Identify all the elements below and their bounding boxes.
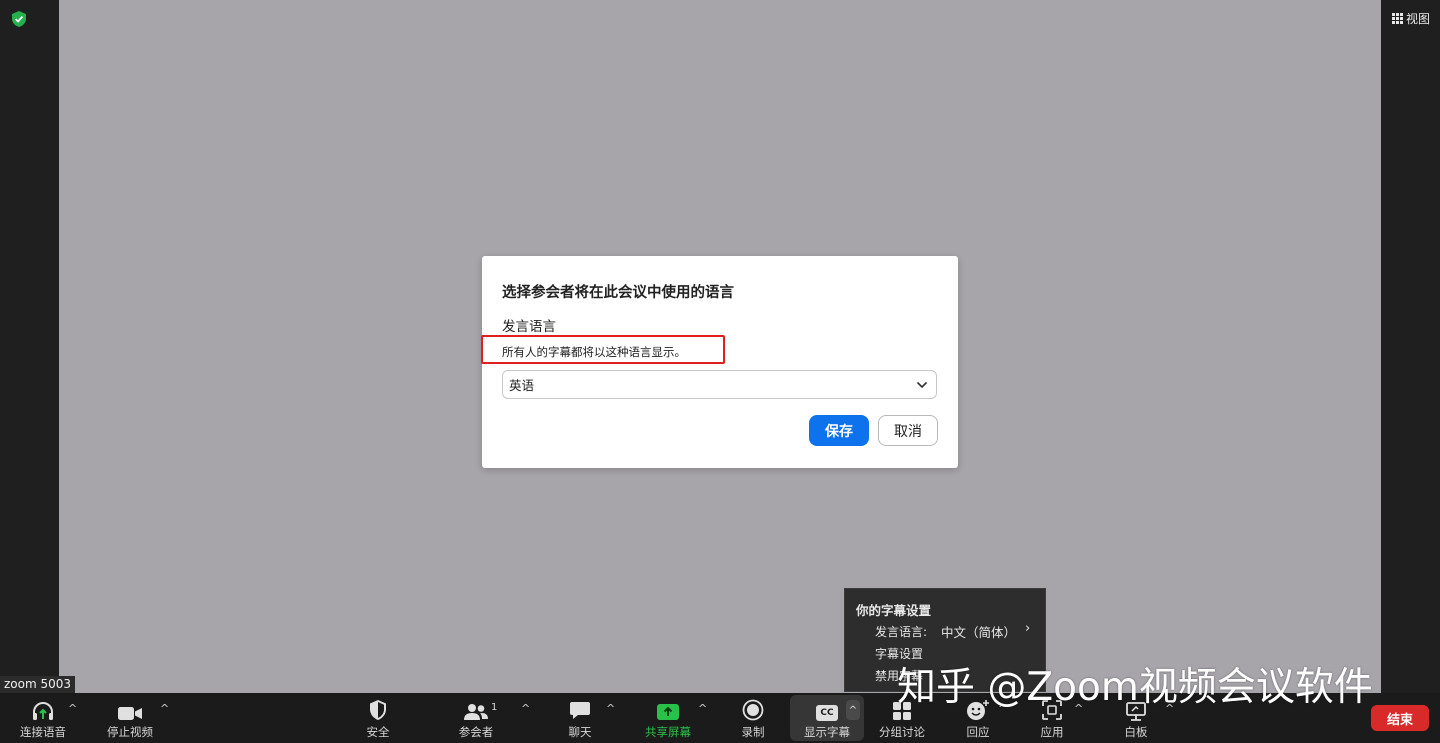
apps-label: 应用 [1040,725,1064,739]
show-captions-label: 显示字幕 [804,725,850,739]
join-audio-button[interactable]: 连接语音 [14,693,72,743]
dialog-title: 选择参会者将在此会议中使用的语言 [502,285,734,301]
grid-icon [1391,13,1403,24]
share-options-caret[interactable]: ^ [698,702,707,715]
breakout-rooms-label: 分组讨论 [879,725,925,739]
speak-language-value: 中文（简体） [941,625,1017,640]
chevron-down-icon [916,381,928,388]
language-select[interactable]: 英语 [502,370,937,399]
zoom-meeting-window: 视图 zoom 5003 选择参会者将在此会议中使用的语言 发言语言 所有人的字… [0,0,1440,743]
chat-button[interactable]: 聊天 [558,693,602,743]
dialog-subtitle: 发言语言 [502,319,556,335]
cancel-button[interactable]: 取消 [878,415,938,446]
audio-options-caret[interactable]: ^ [68,702,77,715]
view-button[interactable]: 视图 [1391,10,1430,27]
join-audio-label: 连接语音 [20,725,66,739]
chevron-right-icon: › [1025,621,1031,636]
record-icon [742,699,764,721]
record-button[interactable]: 录制 [731,693,775,743]
language-select-value: 英语 [509,378,535,393]
captions-options-caret[interactable]: ^ [846,700,860,720]
whiteboard-label: 白板 [1124,725,1148,739]
security-button[interactable]: 安全 [356,693,400,743]
record-label: 录制 [741,725,765,739]
reactions-label: 回应 [966,725,990,739]
zhihu-watermark: 知乎 @Zoom视频会议软件 [897,665,1373,710]
participants-label: 参会者 [458,725,494,739]
security-label: 安全 [366,725,390,739]
caption-language-dialog: 选择参会者将在此会议中使用的语言 发言语言 所有人的字幕都将以这种语言显示。 英… [481,256,958,468]
stop-video-label: 停止视频 [107,725,153,739]
save-button[interactable]: 保存 [809,415,869,446]
chat-label: 聊天 [568,725,592,739]
chat-bubble-icon [570,702,590,719]
security-shield-icon[interactable] [10,10,28,28]
caption-menu-heading: 你的字幕设置 [856,603,932,618]
video-options-caret[interactable]: ^ [160,702,169,715]
dialog-hint: 所有人的字幕都将以这种语言显示。 [502,345,686,359]
participants-icon [464,704,488,720]
participants-button[interactable]: 参会者 [452,693,500,743]
participants-options-caret[interactable]: ^ [521,702,530,715]
stop-video-button[interactable]: 停止视频 [101,693,159,743]
video-camera-icon [118,707,142,720]
view-button-label: 视图 [1405,12,1430,26]
headphones-icon [33,702,53,720]
share-screen-button[interactable]: 共享屏幕 [640,693,696,743]
share-screen-label: 共享屏幕 [645,725,691,739]
end-meeting-button[interactable]: 结束 [1371,705,1429,731]
security-shield-outline-icon [370,700,386,720]
speak-language-menu-item[interactable]: 发言语言: [875,623,927,640]
closed-captions-icon: CC [816,705,838,721]
share-screen-icon [657,704,679,720]
chat-options-caret[interactable]: ^ [606,702,615,715]
participant-name-tag: zoom 5003 [0,676,76,693]
participants-count: 1 [491,702,498,713]
